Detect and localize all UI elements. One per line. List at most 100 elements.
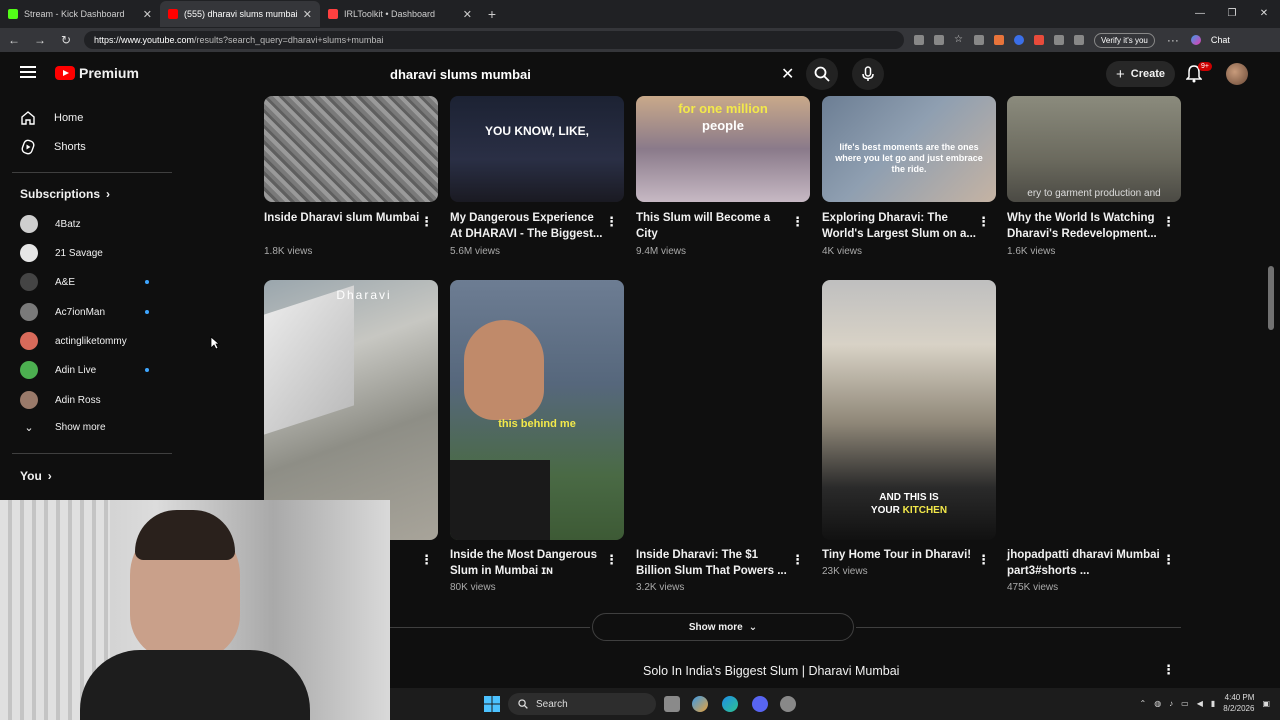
video-title[interactable]: Inside Dharavi slum Mumbai — [264, 210, 422, 226]
video-thumbnail[interactable]: YOU KNOW, LIKE, — [450, 96, 624, 202]
more-options-icon[interactable]: ⋮ — [1162, 552, 1175, 568]
video-thumbnail[interactable]: life's best moments are the ones where y… — [822, 96, 996, 202]
more-options-icon[interactable]: ⋮ — [605, 552, 618, 568]
more-icon[interactable]: ··· — [1165, 33, 1181, 47]
extension-icon[interactable] — [914, 35, 924, 45]
chevron-up-icon[interactable]: ⌃ — [1139, 699, 1146, 708]
close-icon[interactable]: ✕ — [143, 8, 152, 21]
view-count: 4K views — [822, 246, 863, 257]
subscription-item[interactable]: Ac7ionMan — [20, 303, 105, 321]
back-icon[interactable]: ← — [6, 33, 22, 47]
browser-tab-bar: Stream - Kick Dashboard ✕ (555) dharavi … — [0, 0, 1280, 28]
scrollbar-thumb[interactable] — [1268, 266, 1274, 330]
reload-icon[interactable]: ↻ — [58, 33, 74, 47]
channel-avatar — [20, 244, 38, 262]
chat-button[interactable]: Chat — [1211, 35, 1230, 45]
video-title[interactable]: This Slum will Become a City — [636, 210, 794, 242]
subscriptions-heading[interactable]: Subscriptions › — [20, 187, 110, 201]
windows-start-icon[interactable] — [484, 696, 500, 712]
shield-icon[interactable] — [974, 35, 984, 45]
sidebar-show-more[interactable]: ⌄ Show more — [20, 421, 105, 434]
video-thumbnail[interactable] — [264, 96, 438, 202]
subscription-item[interactable]: Adin Ross — [20, 391, 101, 409]
task-view-icon[interactable] — [664, 696, 680, 712]
video-title[interactable]: Exploring Dharavi: The World's Largest S… — [822, 210, 980, 242]
more-options-icon[interactable]: ⋮ — [791, 214, 804, 230]
edge-icon[interactable] — [722, 696, 738, 712]
account-avatar[interactable] — [1226, 63, 1248, 85]
next-video-title[interactable]: Solo In India's Biggest Slum | Dharavi M… — [643, 664, 899, 678]
battery-icon[interactable]: ▮ — [1211, 699, 1215, 708]
favorites-icon[interactable] — [1074, 35, 1084, 45]
more-options-icon[interactable]: ⋮ — [420, 214, 433, 230]
tab-irltoolkit[interactable]: IRLToolkit • Dashboard ✕ — [320, 1, 480, 27]
sidebar-item-shorts[interactable]: Shorts — [20, 139, 86, 155]
sidebar-item-home[interactable]: Home — [20, 110, 83, 126]
more-options-icon[interactable]: ⋮ — [605, 214, 618, 230]
voice-search-button[interactable] — [852, 58, 884, 90]
video-title[interactable]: My Dangerous Experience At DHARAVI - The… — [450, 210, 608, 242]
taskbar-search[interactable]: Search — [508, 693, 656, 715]
extension-icon[interactable] — [1034, 35, 1044, 45]
more-options-icon[interactable]: ⋮ — [1162, 662, 1175, 678]
youtube-logo[interactable]: Premium — [55, 65, 139, 81]
short-title[interactable]: Inside Dharavi: The $1 Billion Slum That… — [636, 547, 794, 579]
short-thumbnail[interactable]: this behind me — [450, 280, 624, 540]
create-button[interactable]: + Create — [1106, 61, 1176, 87]
notification-icon[interactable]: ▣ — [1262, 699, 1270, 708]
url-field[interactable]: https://www.youtube.com/results?search_q… — [84, 31, 904, 49]
minimize-icon[interactable]: — — [1184, 0, 1216, 28]
verify-button[interactable]: Verify it's you — [1094, 32, 1155, 48]
subscription-item[interactable]: Adin Live — [20, 361, 96, 379]
clear-search-icon[interactable]: ✕ — [781, 64, 794, 84]
forward-icon[interactable]: → — [32, 33, 48, 47]
subscription-item[interactable]: 21 Savage — [20, 244, 103, 262]
discord-icon[interactable] — [752, 696, 768, 712]
display-icon[interactable]: ▭ — [1181, 699, 1189, 708]
close-window-icon[interactable]: ✕ — [1248, 0, 1280, 28]
short-title[interactable]: Inside the Most Dangerous Slum in Mumbai… — [450, 547, 608, 579]
video-title[interactable]: Why the World Is Watching Dharavi's Rede… — [1007, 210, 1165, 242]
new-tab-button[interactable]: + — [480, 6, 504, 22]
more-options-icon[interactable]: ⋮ — [977, 214, 990, 230]
more-options-icon[interactable]: ⋮ — [1162, 214, 1175, 230]
subscription-item[interactable]: 4Batz — [20, 215, 81, 233]
subscription-item[interactable]: actingliketommy — [20, 332, 127, 350]
plus-icon: + — [1116, 65, 1125, 83]
short-title[interactable]: Tiny Home Tour in Dharavi! — [822, 547, 980, 563]
extension-icon[interactable] — [994, 35, 1004, 45]
microphone-icon[interactable]: ♪ — [1169, 699, 1173, 708]
video-thumbnail[interactable]: for one million people — [636, 96, 810, 202]
short-thumbnail[interactable]: AND THIS IS YOUR KITCHEN — [822, 280, 996, 540]
create-label: Create — [1130, 68, 1166, 80]
more-options-icon[interactable]: ⋮ — [977, 552, 990, 568]
more-options-icon[interactable]: ⋮ — [791, 552, 804, 568]
subscription-item[interactable]: A&E — [20, 273, 75, 291]
tab-youtube-search[interactable]: (555) dharavi slums mumbai - Yo ✕ — [160, 1, 320, 27]
network-icon[interactable]: ◍ — [1154, 699, 1161, 708]
search-input[interactable]: dharavi slums mumbai — [376, 60, 806, 88]
tab-kick-dashboard[interactable]: Stream - Kick Dashboard ✕ — [0, 1, 160, 27]
copilot-icon[interactable] — [692, 696, 708, 712]
settings-icon[interactable] — [1054, 35, 1064, 45]
volume-icon[interactable]: ◀ — [1197, 699, 1203, 708]
home-icon — [20, 110, 36, 126]
extension-icon[interactable] — [1014, 35, 1024, 45]
close-icon[interactable]: ✕ — [463, 8, 472, 21]
show-more-button[interactable]: Show more ⌄ — [592, 613, 854, 641]
copilot-icon[interactable] — [1190, 35, 1201, 45]
settings-gear-icon[interactable] — [780, 696, 796, 712]
clock[interactable]: 4:40 PM 8/2/2026 — [1223, 692, 1254, 714]
you-heading[interactable]: You › — [20, 469, 52, 483]
short-title[interactable]: jhopadpatti dharavi Mumbai part3#shorts … — [1007, 547, 1165, 579]
zoom-icon[interactable] — [934, 35, 944, 45]
hamburger-menu-icon[interactable] — [20, 66, 36, 78]
more-options-icon[interactable]: ⋮ — [420, 552, 433, 568]
close-icon[interactable]: ✕ — [303, 8, 312, 21]
maximize-icon[interactable]: ❐ — [1216, 0, 1248, 28]
search-button[interactable] — [806, 58, 838, 90]
url-path: /results?search_query=dharavi+slums+mumb… — [194, 35, 384, 45]
video-thumbnail[interactable]: ery to garment production and — [1007, 96, 1181, 202]
live-indicator — [145, 368, 149, 372]
star-icon[interactable]: ☆ — [954, 35, 964, 45]
